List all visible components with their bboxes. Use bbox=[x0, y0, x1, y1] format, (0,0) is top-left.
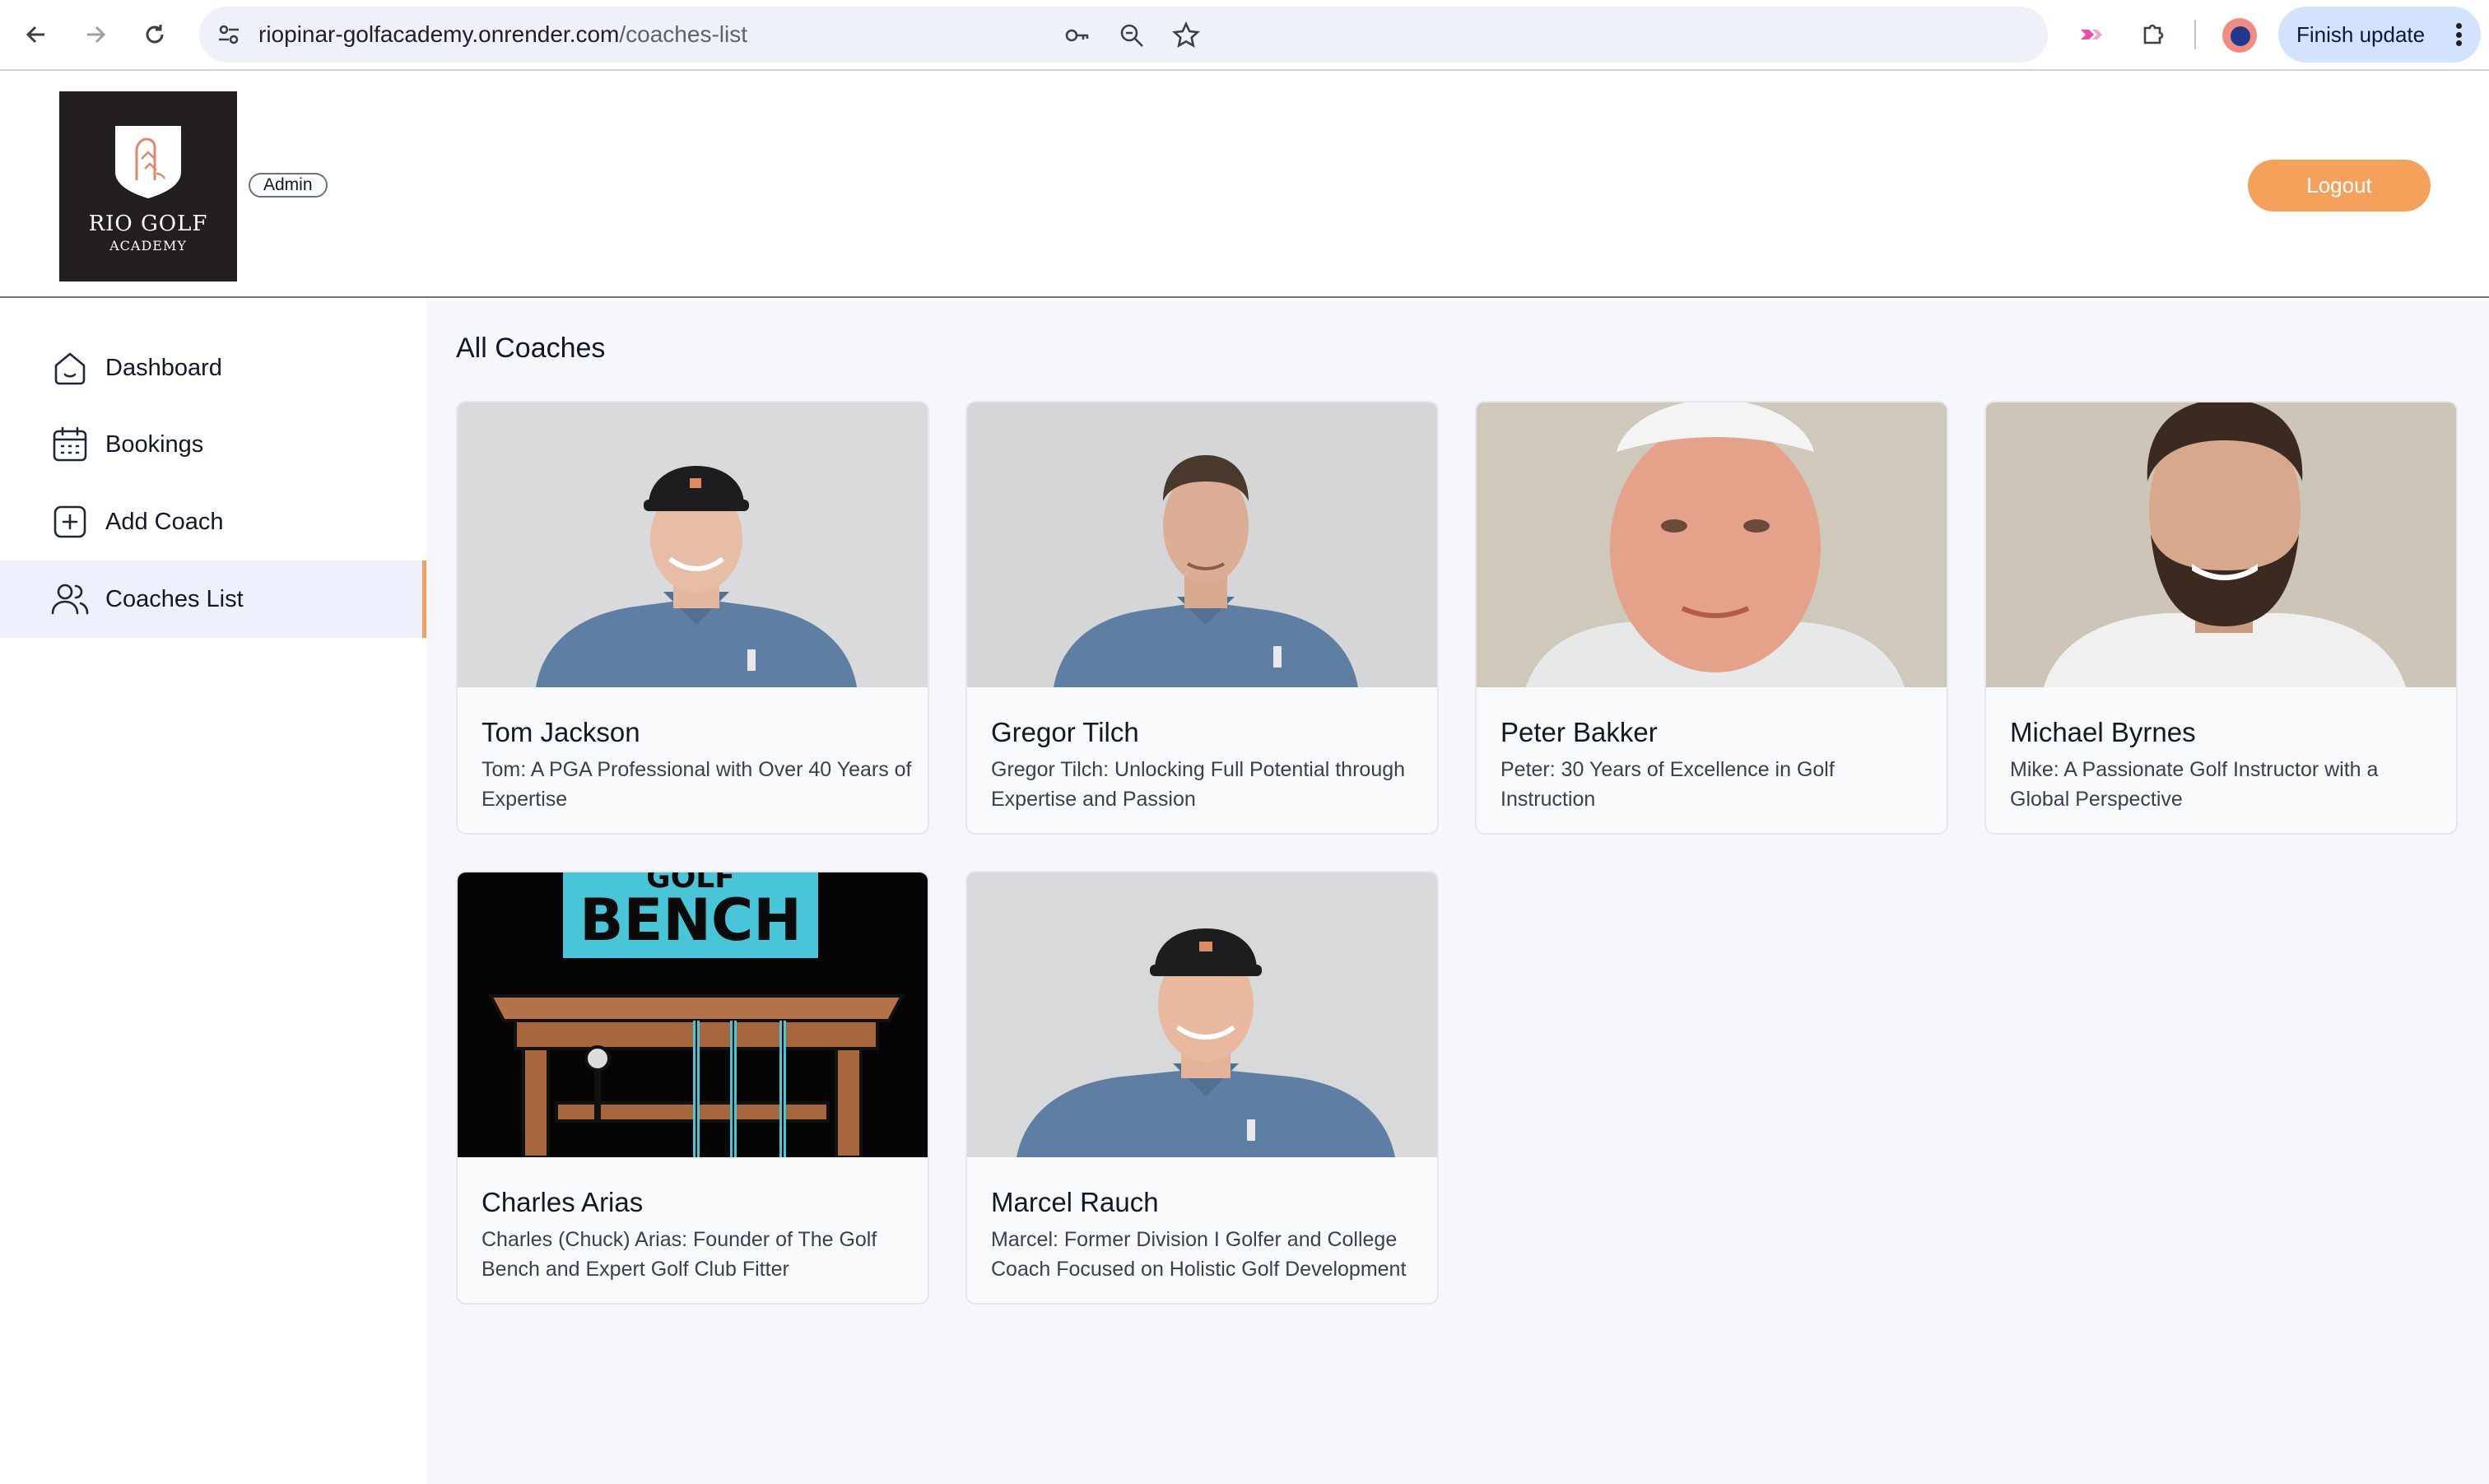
coach-name: Charles Arias bbox=[482, 1187, 644, 1217]
logo-subtitle: ACADEMY bbox=[109, 238, 187, 254]
logo-title: RIO GOLF bbox=[88, 212, 208, 236]
sidebar-item-add-coach[interactable]: Add Coach bbox=[0, 483, 426, 561]
extension-pink-icon[interactable] bbox=[2073, 16, 2109, 53]
coach-photo bbox=[967, 402, 1437, 687]
browser-toolbar: riopinar-golfacademy.onrender.com/coache… bbox=[0, 0, 2489, 71]
back-button[interactable] bbox=[16, 15, 56, 54]
plus-square-icon bbox=[49, 501, 91, 542]
password-key-icon[interactable] bbox=[1063, 21, 1091, 49]
coach-card[interactable]: GOLF BENCH Charles Arias Charles (Chuck)… bbox=[456, 871, 929, 1305]
profile-avatar[interactable] bbox=[2222, 18, 2257, 53]
address-bar[interactable]: riopinar-golfacademy.onrender.com/coache… bbox=[199, 7, 2048, 63]
logout-button[interactable]: Logout bbox=[2248, 160, 2431, 212]
sidebar-item-label: Coaches List bbox=[105, 585, 244, 612]
toolbar-divider bbox=[2194, 20, 2196, 49]
sidebar-item-label: Bookings bbox=[105, 430, 204, 458]
zoom-icon[interactable] bbox=[1118, 21, 1146, 49]
users-icon bbox=[49, 579, 91, 620]
coach-card[interactable]: Tom Jackson Tom: A PGA Professional with… bbox=[456, 401, 929, 835]
coach-description: Mike: A Passionate Golf Instructor with … bbox=[2010, 758, 2379, 811]
forward-button[interactable] bbox=[76, 15, 115, 54]
sidebar-item-label: Add Coach bbox=[105, 508, 224, 535]
sidebar-item-dashboard[interactable]: Dashboard bbox=[0, 329, 426, 407]
main-content: All Coaches Tom Jackson Tom: A PGA Profe… bbox=[426, 300, 2489, 1484]
more-vert-icon bbox=[2456, 23, 2463, 46]
coach-description: Gregor Tilch: Unlocking Full Potential t… bbox=[991, 758, 1406, 811]
coach-name: Michael Byrnes bbox=[2010, 717, 2196, 747]
url-text: riopinar-golfacademy.onrender.com/coache… bbox=[258, 21, 747, 47]
coach-photo bbox=[1477, 402, 1947, 687]
finish-update-label: Finish update bbox=[2296, 21, 2426, 47]
sidebar-item-coaches-list[interactable]: Coaches List bbox=[0, 561, 426, 638]
coach-card[interactable]: Michael Byrnes Mike: A Passionate Golf I… bbox=[1984, 401, 2458, 835]
app-header: RIO GOLF ACADEMY Admin Logout bbox=[0, 72, 2489, 298]
coach-name: Peter Bakker bbox=[1500, 717, 1658, 747]
coach-card[interactable]: Marcel Rauch Marcel: Former Division I G… bbox=[965, 871, 1439, 1305]
bench-sign-text: BENCH bbox=[579, 886, 802, 954]
reload-button[interactable] bbox=[135, 15, 174, 54]
coach-photo: GOLF BENCH bbox=[458, 872, 928, 1157]
coach-description: Marcel: Former Division I Golfer and Col… bbox=[991, 1228, 1407, 1281]
bookmark-star-icon[interactable] bbox=[1171, 21, 1201, 49]
role-badge: Admin bbox=[249, 173, 328, 198]
sidebar: Dashboard Bookings Add Coach Coaches Lis… bbox=[0, 300, 426, 1484]
sidebar-item-bookings[interactable]: Bookings bbox=[0, 406, 426, 483]
shield-logo-icon bbox=[115, 126, 181, 198]
arrow-left-icon bbox=[26, 26, 44, 44]
coach-photo bbox=[1986, 402, 2456, 687]
coach-photo bbox=[967, 872, 1437, 1157]
page-title: All Coaches bbox=[456, 333, 606, 364]
extensions-puzzle-icon[interactable] bbox=[2135, 16, 2171, 53]
coach-name: Marcel Rauch bbox=[991, 1187, 1159, 1217]
coach-card[interactable]: Gregor Tilch Gregor Tilch: Unlocking Ful… bbox=[965, 401, 1439, 835]
finish-update-button[interactable]: Finish update bbox=[2278, 7, 2481, 63]
coach-photo bbox=[458, 402, 928, 687]
coach-name: Gregor Tilch bbox=[991, 717, 1139, 747]
site-settings-icon[interactable] bbox=[216, 21, 242, 48]
coach-name: Tom Jackson bbox=[482, 717, 640, 747]
rio-golf-academy-logo: RIO GOLF ACADEMY bbox=[59, 91, 237, 281]
arrow-right-icon bbox=[87, 26, 106, 44]
coach-description: Tom: A PGA Professional with Over 40 Yea… bbox=[482, 758, 912, 811]
coach-card[interactable]: Peter Bakker Peter: 30 Years of Excellen… bbox=[1475, 401, 1948, 835]
coach-description: Peter: 30 Years of Excellence in Golf In… bbox=[1500, 758, 1835, 811]
calendar-icon bbox=[49, 424, 91, 465]
coach-description: Charles (Chuck) Arias: Founder of The Go… bbox=[482, 1228, 877, 1281]
sidebar-item-label: Dashboard bbox=[105, 354, 222, 381]
home-icon bbox=[49, 347, 91, 388]
reload-icon bbox=[146, 25, 164, 44]
